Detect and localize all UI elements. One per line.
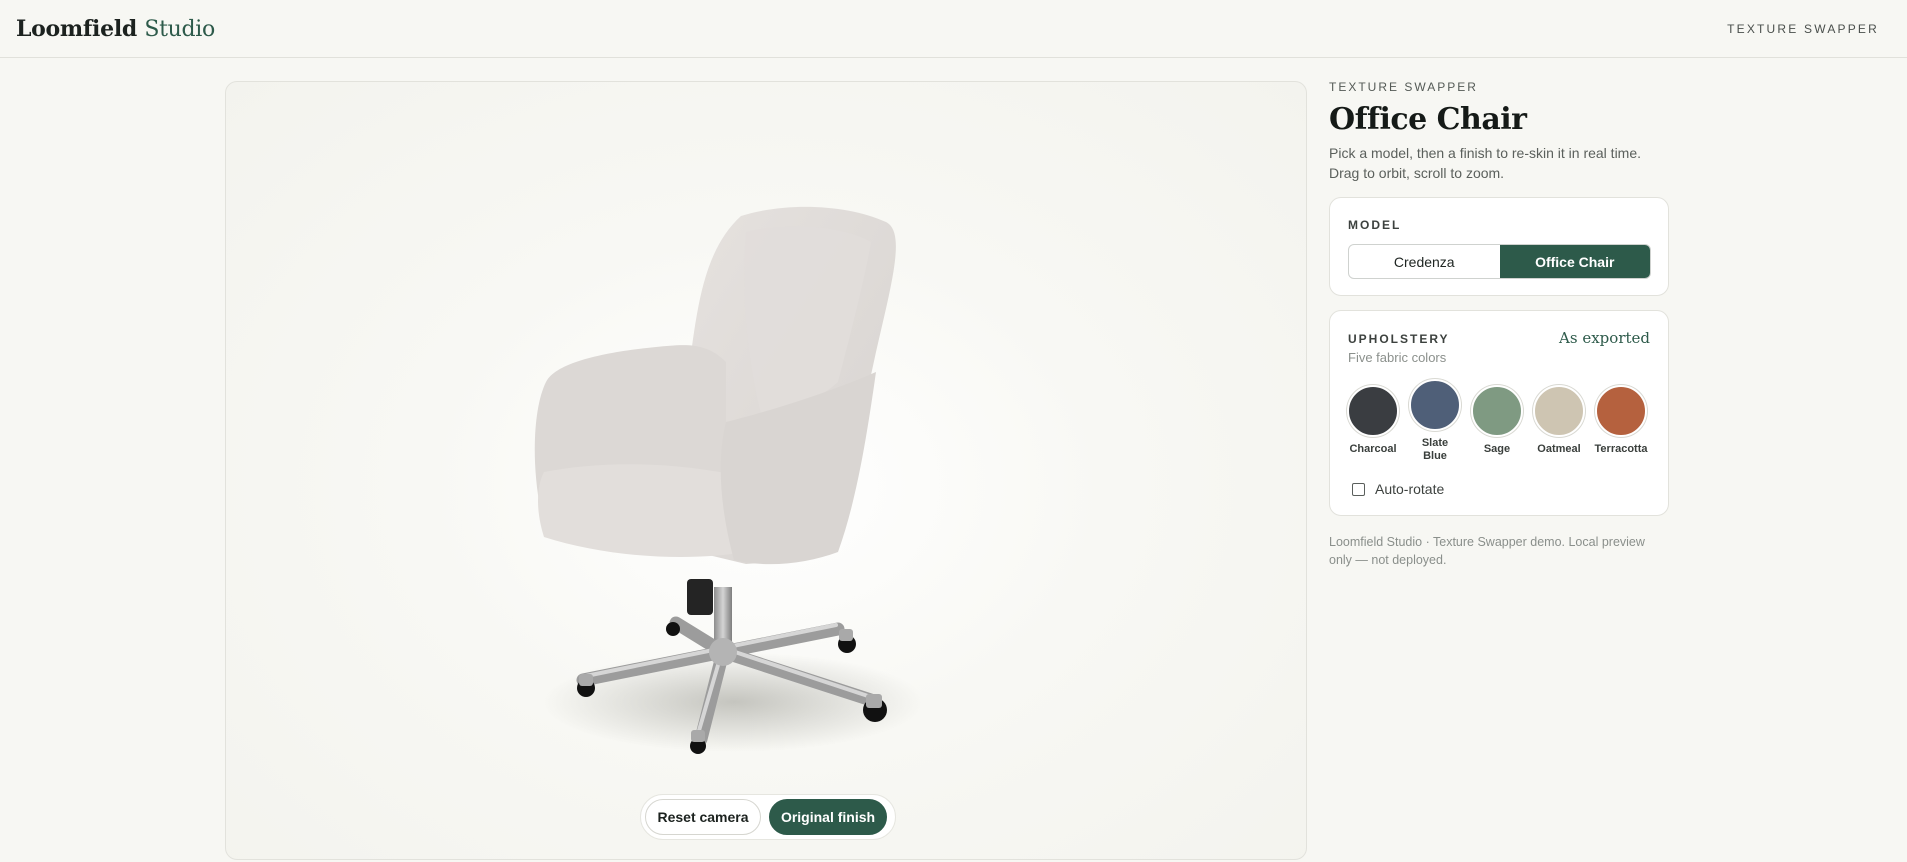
swatch-sage[interactable]: Sage [1471, 385, 1523, 463]
nav-texture-swapper[interactable]: TEXTURE SWAPPER [1727, 22, 1879, 36]
swatch-list: Charcoal Slate Blue Sage Oatmeal Terraco… [1347, 379, 1648, 463]
model-selector: Credenza Office Chair [1348, 244, 1651, 279]
swatch-charcoal[interactable]: Charcoal [1347, 385, 1399, 463]
autorotate-label: Auto-rotate [1375, 481, 1445, 497]
side-panel-header: TEXTURE SWAPPER Office Chair Pick a mode… [1329, 80, 1669, 183]
viewer-controls: Reset camera Original finish [640, 794, 896, 840]
swatch-label: Charcoal [1349, 443, 1397, 455]
upholstery-card: UPHOLSTERY Five fabric colors As exporte… [1329, 310, 1669, 516]
swatch-label: Slate Blue [1421, 437, 1449, 462]
panel-description: Pick a model, then a finish to re-skin i… [1329, 145, 1642, 181]
swatch-label: Sage [1483, 443, 1511, 455]
page-title: Office Chair [1329, 102, 1527, 137]
swatch-circle[interactable] [1409, 379, 1461, 431]
model-viewport[interactable]: Reset camera Original finish [225, 81, 1307, 860]
swatch-label: Oatmeal [1537, 443, 1581, 455]
model-card: MODEL Credenza Office Chair [1329, 197, 1669, 296]
office-chair-model [534, 206, 924, 754]
swatch-slate-blue[interactable]: Slate Blue [1409, 379, 1461, 463]
original-finish-button[interactable]: Original finish [769, 799, 887, 835]
autorotate-checkbox[interactable] [1352, 482, 1365, 496]
swatch-terracotta[interactable]: Terracotta [1594, 385, 1648, 463]
model-option-credenza[interactable]: Credenza [1349, 245, 1500, 278]
swatch-circle[interactable] [1595, 385, 1647, 437]
top-bar: Loomfield Studio TEXTURE SWAPPER [0, 0, 1907, 58]
reset-camera-button[interactable]: Reset camera [645, 799, 761, 835]
swatch-label: Terracotta [1594, 443, 1648, 455]
swatch-oatmeal[interactable]: Oatmeal [1533, 385, 1585, 463]
chair-seat [538, 464, 746, 557]
upholstery-heading: UPHOLSTERY Five fabric colors [1348, 332, 1450, 365]
autorotate-toggle[interactable]: Auto-rotate [1352, 481, 1444, 497]
gas-lift [687, 579, 713, 615]
brand-secondary: Studio [144, 16, 215, 42]
swatch-circle[interactable] [1471, 385, 1523, 437]
brand-primary: Loomfield [16, 15, 137, 42]
model-option-office-chair[interactable]: Office Chair [1499, 245, 1650, 278]
swatch-circle[interactable] [1347, 385, 1399, 437]
footnote: Loomfield Studio · Texture Swapper demo.… [1329, 535, 1645, 567]
brand-logo[interactable]: Loomfield Studio [16, 16, 215, 42]
panel-eyebrow: TEXTURE SWAPPER [1329, 80, 1478, 94]
model-label: MODEL [1348, 218, 1402, 232]
swatch-circle[interactable] [1533, 385, 1585, 437]
upholstery-subtitle: Five fabric colors [1348, 350, 1447, 365]
upholstery-label: UPHOLSTERY [1348, 332, 1450, 346]
upholstery-status: As exported [1559, 329, 1650, 347]
